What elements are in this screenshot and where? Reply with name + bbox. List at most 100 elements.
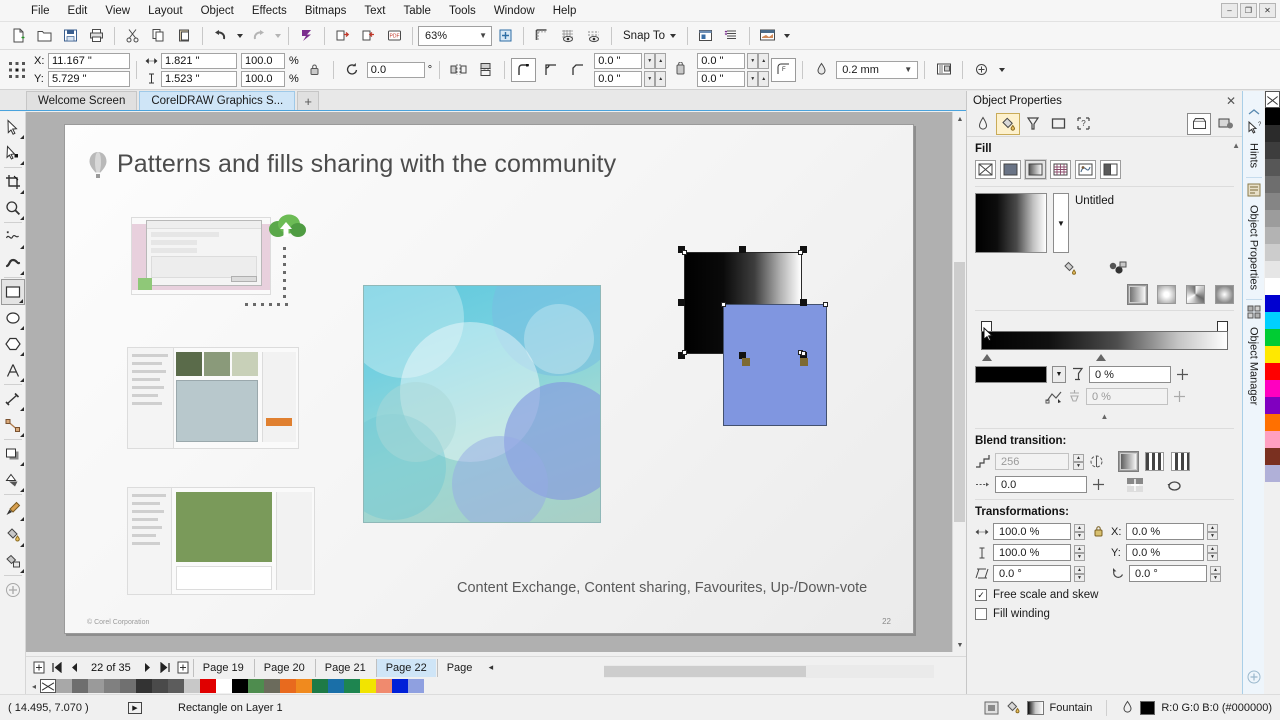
corner-radius-stepper-4[interactable]: ▼▲ bbox=[747, 71, 769, 87]
uniform-fill-icon[interactable] bbox=[1000, 160, 1021, 179]
blend-clockwise-icon[interactable] bbox=[1145, 452, 1164, 471]
vpalette-swatch[interactable] bbox=[1265, 125, 1280, 142]
slide-page[interactable]: Patterns and fills sharing with the comm… bbox=[64, 124, 914, 634]
round-corner-icon[interactable] bbox=[511, 58, 536, 82]
position-y-input[interactable]: 5.729 " bbox=[48, 71, 130, 87]
menu-item-text[interactable]: Text bbox=[355, 2, 394, 20]
collapse-fill-section-icon[interactable]: ▲ bbox=[975, 410, 1234, 422]
scalloped-corner-icon[interactable] bbox=[538, 58, 563, 82]
node-position-input[interactable]: 0 % bbox=[1089, 366, 1171, 383]
export-icon[interactable] bbox=[356, 24, 381, 48]
corel-connect-icon[interactable] bbox=[294, 24, 319, 48]
node-handle-nw[interactable] bbox=[682, 250, 687, 255]
text-wrap-icon[interactable] bbox=[931, 58, 956, 82]
vpalette-swatch-none[interactable] bbox=[1265, 91, 1280, 108]
transform-x-stepper[interactable]: ▲▼ bbox=[1207, 524, 1218, 540]
maximize-button[interactable]: ❐ bbox=[1240, 3, 1257, 18]
scroll-down-icon[interactable]: ▼ bbox=[953, 638, 967, 652]
artistic-media-tool[interactable] bbox=[1, 250, 25, 276]
gradient-midpoint-marker-left[interactable] bbox=[982, 354, 992, 361]
doc-tab-coreldraw-graphics-suite[interactable]: CorelDRAW Graphics S... bbox=[139, 91, 295, 110]
vpalette-swatch[interactable] bbox=[1265, 278, 1280, 295]
object-properties-icon[interactable] bbox=[1247, 183, 1261, 197]
blend-steps-input[interactable]: 256 bbox=[995, 453, 1069, 470]
transparency-tab[interactable] bbox=[1021, 113, 1045, 135]
menu-item-object[interactable]: Object bbox=[192, 2, 243, 20]
palette-swatch[interactable] bbox=[168, 679, 184, 693]
hints-icon[interactable]: ? bbox=[1247, 121, 1261, 135]
menu-item-edit[interactable]: Edit bbox=[59, 2, 97, 20]
first-page-icon[interactable] bbox=[48, 659, 65, 677]
vpalette-swatch[interactable] bbox=[1265, 142, 1280, 159]
workspace-dropdown-icon[interactable] bbox=[781, 24, 792, 48]
node-position-stepper[interactable] bbox=[1176, 368, 1189, 381]
vpalette-swatch[interactable] bbox=[1265, 108, 1280, 125]
copy-properties-icon[interactable] bbox=[969, 58, 994, 82]
two-color-pattern-fill-icon[interactable] bbox=[1100, 160, 1121, 179]
conical-fountain-icon[interactable] bbox=[1186, 285, 1205, 304]
menu-item-bitmaps[interactable]: Bitmaps bbox=[296, 2, 356, 20]
outline-swatch[interactable] bbox=[1140, 701, 1155, 715]
print-icon[interactable] bbox=[84, 24, 109, 48]
menu-item-effects[interactable]: Effects bbox=[243, 2, 296, 20]
palette-swatch[interactable] bbox=[360, 679, 376, 693]
page-tab-19[interactable]: Page 19 bbox=[193, 659, 253, 677]
scrollbar-thumb[interactable] bbox=[604, 666, 806, 677]
object-origin-icon[interactable] bbox=[4, 55, 30, 85]
redo-icon[interactable] bbox=[246, 24, 271, 48]
bitmap-pattern-fill-icon[interactable] bbox=[1075, 160, 1096, 179]
vpalette-swatch[interactable] bbox=[1265, 329, 1280, 346]
transform-width-stepper[interactable]: ▲▼ bbox=[1074, 524, 1085, 540]
corner-radius-input-4[interactable]: 0.0 " bbox=[697, 71, 745, 87]
polygon-tool[interactable] bbox=[1, 331, 25, 357]
corner-radius-stepper-3[interactable]: ▼▲ bbox=[747, 53, 769, 69]
fountain-fill-icon[interactable] bbox=[1025, 160, 1046, 179]
chamfered-corner-icon[interactable] bbox=[565, 58, 590, 82]
close-icon[interactable]: ✕ bbox=[1226, 94, 1236, 108]
blend-steps-stepper[interactable]: ▲▼ bbox=[1073, 454, 1084, 470]
palette-swatch[interactable] bbox=[200, 679, 216, 693]
vpalette-swatch[interactable] bbox=[1265, 295, 1280, 312]
node-color-dropdown[interactable]: ▼ bbox=[1052, 366, 1066, 383]
fill-start-node[interactable] bbox=[742, 358, 750, 366]
vpalette-swatch[interactable] bbox=[1265, 244, 1280, 261]
scroll-up-icon[interactable]: ▲ bbox=[953, 112, 967, 126]
palette-swatch[interactable] bbox=[344, 679, 360, 693]
page-tab-22[interactable]: Page 22 bbox=[376, 659, 436, 677]
fountain-fill-preview[interactable] bbox=[975, 193, 1047, 253]
corner-radius-stepper-1[interactable]: ▼▲ bbox=[644, 53, 666, 69]
menu-item-window[interactable]: Window bbox=[485, 2, 544, 20]
transform-height-input[interactable]: 100.0 % bbox=[993, 544, 1071, 561]
undo-icon[interactable] bbox=[208, 24, 233, 48]
smart-fill-tool[interactable] bbox=[1, 548, 25, 574]
palette-swatch[interactable] bbox=[184, 679, 200, 693]
linear-fountain-icon[interactable] bbox=[1128, 285, 1147, 304]
vpalette-swatch[interactable] bbox=[1265, 346, 1280, 363]
blue-rectangle-object[interactable] bbox=[723, 304, 827, 426]
rectangular-fountain-icon[interactable] bbox=[1215, 285, 1234, 304]
show-guides-icon[interactable] bbox=[581, 24, 606, 48]
free-scale-checkbox[interactable]: ✓ bbox=[975, 589, 987, 601]
show-rulers-icon[interactable] bbox=[529, 24, 554, 48]
palette-swatch[interactable] bbox=[280, 679, 296, 693]
outline-tab[interactable] bbox=[971, 113, 995, 135]
mirror-vertical-icon[interactable] bbox=[473, 58, 498, 82]
page-tab-21[interactable]: Page 21 bbox=[315, 659, 375, 677]
corner-radius-input-3[interactable]: 0.0 " bbox=[697, 53, 745, 69]
add-docker-icon[interactable] bbox=[1247, 670, 1261, 684]
palette-swatch[interactable] bbox=[376, 679, 392, 693]
blend-acceleration-input[interactable]: 0.0 bbox=[995, 476, 1087, 493]
rail-item-object-manager[interactable]: Object Manager bbox=[1248, 321, 1260, 411]
add-page-before-icon[interactable] bbox=[30, 659, 47, 677]
relative-corner-scaling-icon[interactable]: F bbox=[771, 58, 796, 82]
palette-swatch[interactable] bbox=[120, 679, 136, 693]
zoom-level-combo[interactable]: 63% ▼ bbox=[418, 26, 492, 46]
vpalette-swatch[interactable] bbox=[1265, 312, 1280, 329]
node-transparency-input[interactable]: 0 % bbox=[1086, 388, 1168, 405]
export-pdf-icon[interactable]: PDF bbox=[382, 24, 407, 48]
object-properties-shortcut-icon[interactable] bbox=[984, 701, 999, 715]
outline-width-combo[interactable]: 0.2 mm ▼ bbox=[836, 61, 918, 79]
palette-swatch[interactable] bbox=[296, 679, 312, 693]
import-icon[interactable] bbox=[330, 24, 355, 48]
freehand-tool[interactable] bbox=[1, 224, 25, 250]
